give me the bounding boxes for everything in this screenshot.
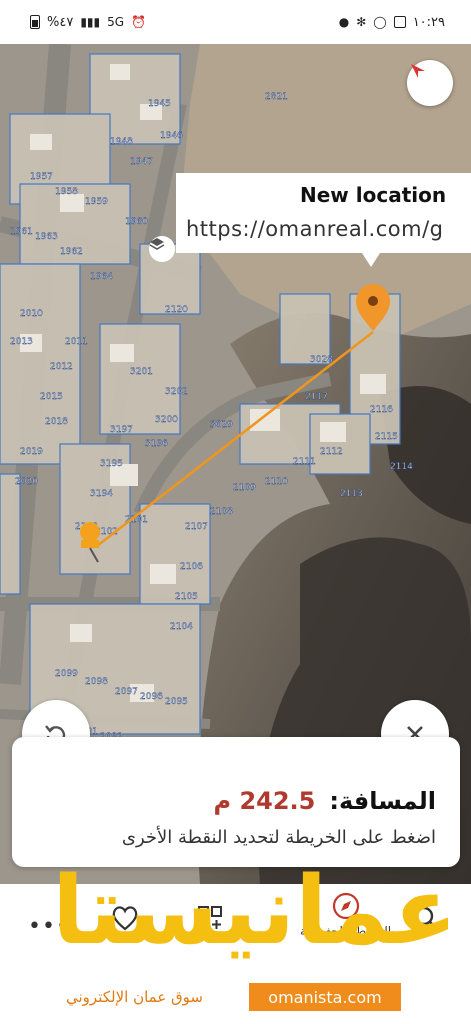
parcel-label: 2109	[233, 483, 256, 493]
parcel-label: 2107	[185, 522, 208, 532]
clock: ١٠:٢٩	[412, 14, 445, 30]
parcel-label: 1945	[148, 99, 171, 109]
signal-icon: ▮▮▮	[80, 15, 101, 29]
parcel-label: 1961	[10, 227, 33, 237]
watermark-tagline: سوق عمان الإلكتروني	[66, 988, 203, 1006]
whatsapp-icon: ◯	[373, 15, 387, 29]
parcel-label: 3028	[310, 355, 333, 365]
distance-label: المسافة:	[329, 787, 436, 815]
compass-button[interactable]	[407, 60, 453, 106]
distance-value: 242.5 م	[213, 787, 316, 815]
5g-icon: 5G	[107, 15, 125, 29]
parcel-label: 2019	[20, 447, 43, 457]
battery-level: %٤٧	[47, 14, 74, 30]
parcel-label: 1964	[90, 272, 113, 282]
parcel-label: 2108	[210, 507, 233, 517]
parcel-label: 3202	[165, 387, 188, 397]
alarm-icon: ⏰	[131, 15, 147, 29]
battery-icon	[30, 15, 40, 29]
parcel-label: 2098	[85, 677, 108, 687]
parcel-label: 2106	[180, 562, 203, 572]
parcel-label: 2097	[115, 687, 138, 697]
parcel-label: 3194	[90, 489, 113, 499]
parcel-label: 3197	[110, 425, 133, 435]
parcel-label: 3029	[210, 420, 233, 430]
parcel-label: 1963	[35, 232, 58, 242]
watermark-logo: عمانيستا	[52, 857, 460, 966]
parcel-label: 1960	[125, 217, 148, 227]
parcel-label: 2113	[340, 489, 363, 499]
layers-button[interactable]	[149, 236, 175, 262]
image-icon	[393, 16, 406, 28]
parcel-label: 2018	[45, 417, 68, 427]
parcel-label: 2115	[375, 432, 398, 442]
parcel-label: 2096	[140, 692, 163, 702]
callout-tail	[362, 253, 380, 267]
parcel-label: 1948	[110, 137, 133, 147]
parcel-label: 2105	[175, 592, 198, 602]
parcel-label: 2011	[65, 337, 88, 347]
parcel-label: 3196	[145, 439, 168, 449]
callout-url[interactable]: https://omanreal.com/g	[186, 217, 443, 241]
parcel-label: 1946	[160, 131, 183, 141]
parcel-label: 2821	[265, 92, 288, 102]
parcel-label: 2120	[165, 305, 188, 315]
parcel-label: 3195	[100, 459, 123, 469]
parcel-label: 2015	[40, 392, 63, 402]
parcel-label: 2110	[265, 477, 288, 487]
distance-panel: المسافة: 242.5 م اضغط على الخريطة لتحديد…	[12, 737, 460, 867]
parcel-label: 2117	[305, 392, 328, 402]
parcel-label: 2114	[390, 462, 413, 472]
parcel-label: 1957	[30, 172, 53, 182]
distance-line: المسافة: 242.5 م	[213, 787, 436, 815]
parcel-label: 2020	[15, 477, 38, 487]
parcel-label: 3201	[130, 367, 153, 377]
parcel-label: 2099	[55, 669, 78, 679]
parcel-label: 1959	[85, 197, 108, 207]
parcel-label: 2012	[50, 362, 73, 372]
parcel-label: 2112	[320, 447, 343, 457]
settings-icon: ✻	[356, 15, 367, 29]
parcel-label: 1962	[60, 247, 83, 257]
dot-icon: ●	[338, 15, 350, 29]
watermark-url: omanista.com	[249, 983, 401, 1011]
status-bar: %٤٧ ▮▮▮ 5G ⏰ ● ✻ ◯ ١٠:٢٩	[0, 0, 471, 44]
location-callout[interactable]: New location https://omanreal.com/g	[176, 173, 471, 253]
distance-hint: اضغط على الخريطة لتحديد النقطة الأخرى	[121, 827, 436, 848]
parcel-label: 1958	[55, 187, 78, 197]
parcel-label: 1947	[130, 157, 153, 167]
parcel-label: 2116	[370, 405, 393, 415]
parcel-label: 2111	[293, 457, 316, 467]
parcel-label: 2013	[10, 337, 33, 347]
status-right: ● ✻ ◯ ١٠:٢٩	[339, 15, 445, 30]
parcel-label: 2095	[165, 697, 188, 707]
parcel-label: 3200	[155, 415, 178, 425]
parcel-label: 2104	[170, 622, 193, 632]
parcel-label: 2010	[20, 309, 43, 319]
layers-icon	[149, 238, 165, 250]
compass-icon	[411, 64, 425, 78]
status-left: %٤٧ ▮▮▮ 5G ⏰	[30, 15, 146, 30]
callout-title: New location	[300, 183, 447, 207]
